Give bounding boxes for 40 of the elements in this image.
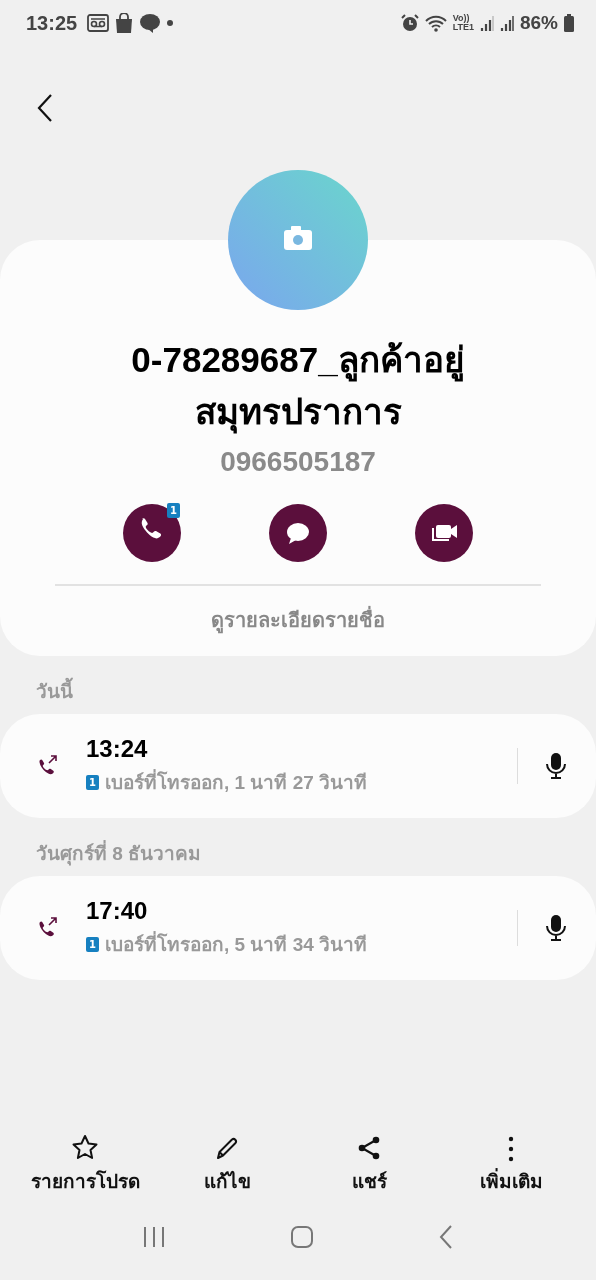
contact-name: 0-78289687_ลูกค้าอยู่สมุทรปราการ [88, 334, 508, 438]
recent-apps-icon[interactable] [142, 1226, 166, 1248]
notification-dot-icon [167, 20, 174, 26]
phone-number: 0966505187 [220, 446, 376, 478]
network-label: LTE1 [452, 23, 474, 32]
chat-bubble-icon [139, 13, 162, 33]
call-button[interactable]: 1 [123, 504, 181, 562]
toolbar-button[interactable]: แชร์ [304, 1134, 434, 1196]
voicemail-icon [87, 14, 110, 32]
clock-time: 13:25 [26, 11, 78, 35]
toolbar-button[interactable]: แก้ไข [162, 1134, 292, 1196]
alarm-icon [400, 14, 419, 32]
sim-badge: 1 [86, 936, 99, 952]
date-header: วันศุกร์ที่ 8 ธันวาคม [0, 818, 596, 876]
toolbar-button[interactable]: เพิ่มเติม [446, 1134, 576, 1196]
battery-percentage: 86% [519, 12, 558, 34]
signal-icon [479, 15, 494, 31]
video-call-button[interactable] [415, 504, 473, 562]
star-icon [71, 1134, 99, 1162]
microphone-icon[interactable] [544, 914, 568, 942]
microphone-icon[interactable] [544, 752, 568, 780]
network-label: Vo)) [452, 14, 470, 23]
shopping-bag-icon [115, 13, 134, 33]
sim-badge: 1 [167, 503, 180, 518]
call-time: 17:40 [86, 897, 149, 925]
wifi-icon [424, 14, 447, 32]
back-icon[interactable] [36, 93, 54, 123]
more-icon [508, 1136, 514, 1162]
home-icon[interactable] [290, 1225, 314, 1249]
date-header: วันนี้ [0, 656, 596, 714]
battery-icon [564, 14, 574, 32]
call-description: เบอร์ที่โทรออก, 5 นาที 34 วินาที [104, 929, 368, 959]
call-description: เบอร์ที่โทรออก, 1 นาที 27 วินาที [104, 767, 368, 797]
toolbar-button[interactable]: รายการโปรด [20, 1134, 150, 1196]
call-time: 13:24 [86, 735, 149, 763]
call-log-item[interactable]: 17:40 1 เบอร์ที่โทรออก, 5 นาที 34 วินาที [0, 876, 596, 980]
call-log-item[interactable]: 13:24 1 เบอร์ที่โทรออก, 1 นาที 27 วินาที [0, 714, 596, 818]
signal-icon [499, 15, 514, 31]
sim-badge: 1 [86, 774, 99, 790]
message-button[interactable] [269, 504, 327, 562]
